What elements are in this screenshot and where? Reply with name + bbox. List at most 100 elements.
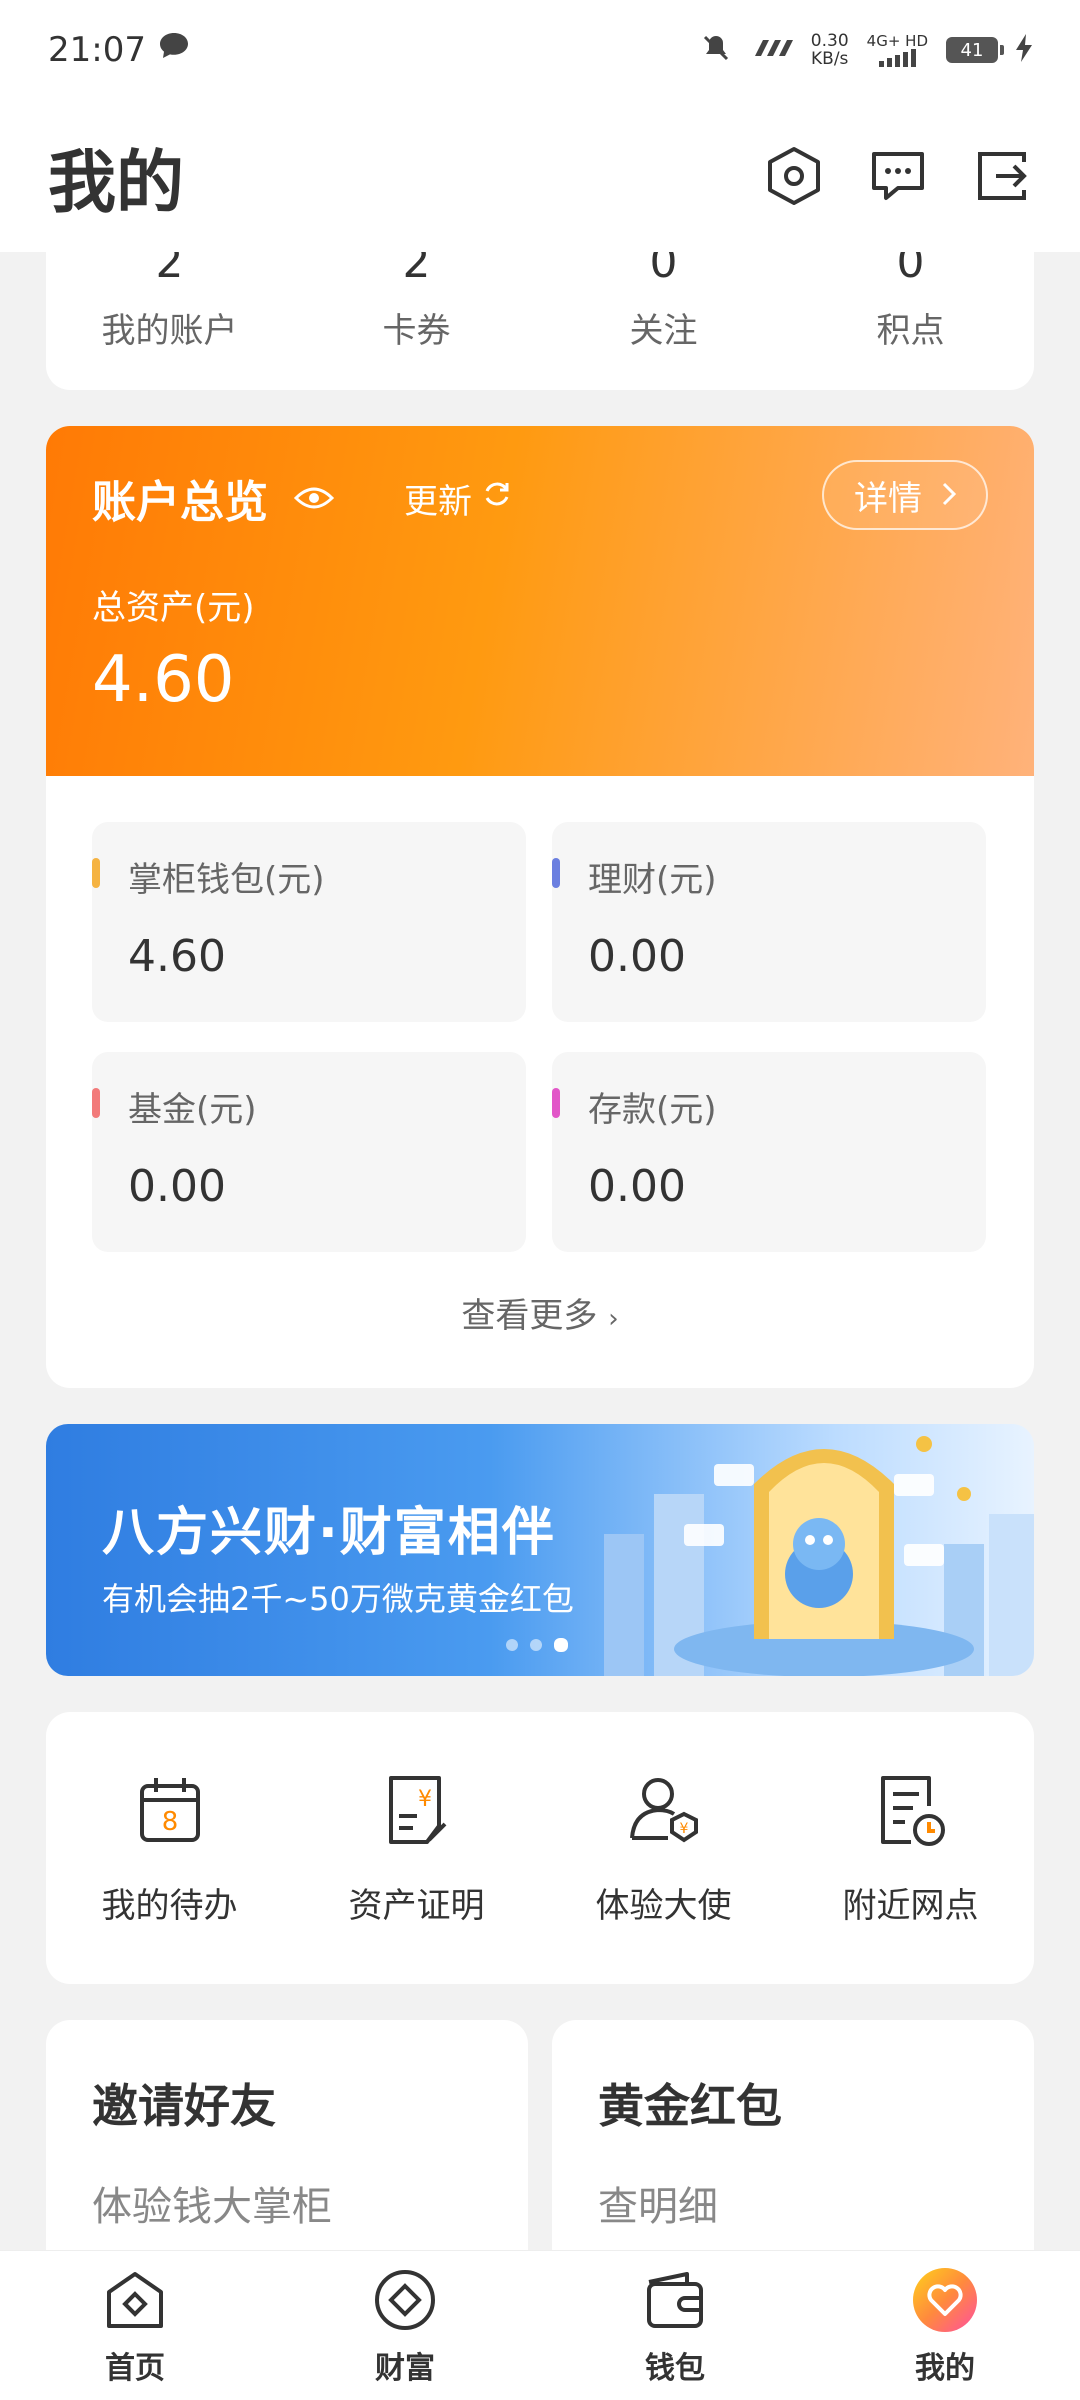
promo-subtitle: 查明细 [598,2184,718,2230]
chevron-right-icon [942,475,957,515]
nav-label: 我的 [915,2350,975,2386]
asset-name: 存款(元) [588,1090,717,1130]
status-bar: 21:07 0.30 KB/s 4G+ HD 41 [0,0,1080,100]
calendar-icon: 8 [139,1777,200,1842]
pagination-dot-active [554,1638,568,1652]
nav-label: 首页 [105,2350,165,2386]
asset-name: 理财(元) [588,860,717,900]
home-icon [100,2265,170,2335]
stat-label: 关注 [629,311,698,351]
asset-item-wallet[interactable]: 掌柜钱包(元) 4.60 [92,822,526,1022]
asset-item-deposit[interactable]: 存款(元) 0.00 [552,1052,986,1252]
update-button[interactable]: 更新 [404,474,512,523]
total-assets-label: 总资产(元) [92,588,255,628]
network-type: 4G+ HD [866,32,928,50]
stat-label: 积点 [876,311,945,351]
net-speed: 0.30 KB/s [811,32,849,68]
page-title: 我的 [48,143,185,223]
stat-my-accounts[interactable]: 2 我的账户 [46,237,293,352]
asset-amount: 0.00 [128,1161,226,1212]
svg-text:¥: ¥ [418,1787,432,1812]
banner-subtitle: 有机会抽2千~50万微克黄金红包 [102,1580,574,1618]
message-icon[interactable] [868,146,928,206]
banner-illustration [604,1436,1034,1676]
asset-color-bar [92,858,100,888]
svg-text:8: 8 [161,1807,178,1837]
nfc-icon [749,36,793,65]
asset-amount: 4.60 [128,931,226,982]
asset-color-bar [552,858,560,888]
service-ambassador[interactable]: ¥ 体验大使 [540,1770,787,1927]
charging-icon [1016,33,1032,67]
battery-level: 41 [960,39,984,61]
service-label: 附近网点 [842,1885,979,1926]
pagination-dot [506,1639,518,1651]
promo-card-gold[interactable]: 黄金红包 查明细 [552,2020,1034,2280]
signal-icon: 4G+ HD [867,33,928,67]
refresh-icon [482,478,512,518]
wealth-icon [370,2265,440,2335]
banner-pagination [506,1638,568,1652]
chevron-right-icon: › [608,1304,619,1334]
asset-amount: 0.00 [588,931,686,982]
overview-header: 账户总览 更新 详情 总资产(元) 4.60 [46,426,1034,776]
eye-icon[interactable] [294,484,334,512]
profile-heart-icon [910,2265,980,2335]
update-label: 更新 [404,481,472,522]
bottom-nav: 首页 财富 钱包 我的 [0,2250,1080,2400]
asset-certificate-icon: ¥ [388,1775,446,1844]
banner-title: 八方兴财·财富相伴 [102,1503,556,1563]
nearby-branch-icon [880,1775,945,1846]
mute-icon [701,33,731,68]
asset-color-bar [92,1088,100,1118]
battery-icon: 41 [946,37,1004,63]
asset-name: 基金(元) [128,1090,257,1130]
logout-icon[interactable] [972,146,1032,206]
ambassador-icon: ¥ [629,1777,698,1842]
settings-hexagon-icon[interactable] [764,146,824,206]
overview-title: 账户总览 [92,477,268,528]
pagination-dot [530,1639,542,1651]
nav-wealth[interactable]: 财富 [305,2265,505,2387]
account-overview-card: 账户总览 更新 详情 总资产(元) 4.60 掌柜钱包(元) 4.60 理财(元… [46,426,1034,1388]
service-nearby-branch[interactable]: 附近网点 [787,1770,1034,1927]
nav-home[interactable]: 首页 [35,2265,235,2387]
svg-text:¥: ¥ [679,1821,688,1837]
stat-label: 卡券 [382,311,451,351]
chat-bubble-icon [158,30,190,70]
detail-label: 详情 [854,478,922,519]
see-more-link[interactable]: 查看更多 › [46,1288,1034,1337]
nav-label: 财富 [375,2350,435,2386]
promo-title: 黄金红包 [598,2079,782,2133]
stat-coupons[interactable]: 2 卡券 [293,237,540,352]
total-assets-value: 4.60 [92,643,235,717]
nav-wallet[interactable]: 钱包 [575,2265,775,2387]
detail-button[interactable]: 详情 [822,460,988,530]
promo-subtitle: 体验钱大掌柜 [92,2184,332,2230]
asset-color-bar [552,1088,560,1118]
net-speed-value: 0.30 [810,31,849,51]
asset-amount: 0.00 [588,1161,686,1212]
service-my-todo[interactable]: 8 我的待办 [46,1770,293,1927]
promo-banner[interactable]: 八方兴财·财富相伴 有机会抽2千~50万微克黄金红包 [46,1424,1034,1676]
service-asset-proof[interactable]: ¥ 资产证明 [293,1770,540,1927]
stat-follows[interactable]: 0 关注 [540,237,787,352]
asset-item-fund[interactable]: 基金(元) 0.00 [92,1052,526,1252]
asset-grid: 掌柜钱包(元) 4.60 理财(元) 0.00 基金(元) 0.00 存款(元)… [46,776,1034,1252]
asset-name: 掌柜钱包(元) [128,860,325,900]
wallet-icon [640,2265,710,2335]
service-label: 资产证明 [348,1885,485,1926]
service-label: 体验大使 [595,1885,732,1926]
service-label: 我的待办 [101,1885,238,1926]
stat-label: 我的账户 [101,311,238,351]
stat-points[interactable]: 0 积点 [787,237,1034,352]
net-speed-unit: KB/s [811,49,849,69]
nav-profile[interactable]: 我的 [845,2265,1045,2387]
asset-item-wealth[interactable]: 理财(元) 0.00 [552,822,986,1022]
promo-card-invite[interactable]: 邀请好友 体验钱大掌柜 [46,2020,528,2280]
promo-title: 邀请好友 [92,2079,276,2133]
page-header: 我的 [0,100,1080,252]
nav-label: 钱包 [645,2350,705,2386]
status-time: 21:07 [48,30,146,70]
see-more-label: 查看更多 [461,1296,598,1336]
